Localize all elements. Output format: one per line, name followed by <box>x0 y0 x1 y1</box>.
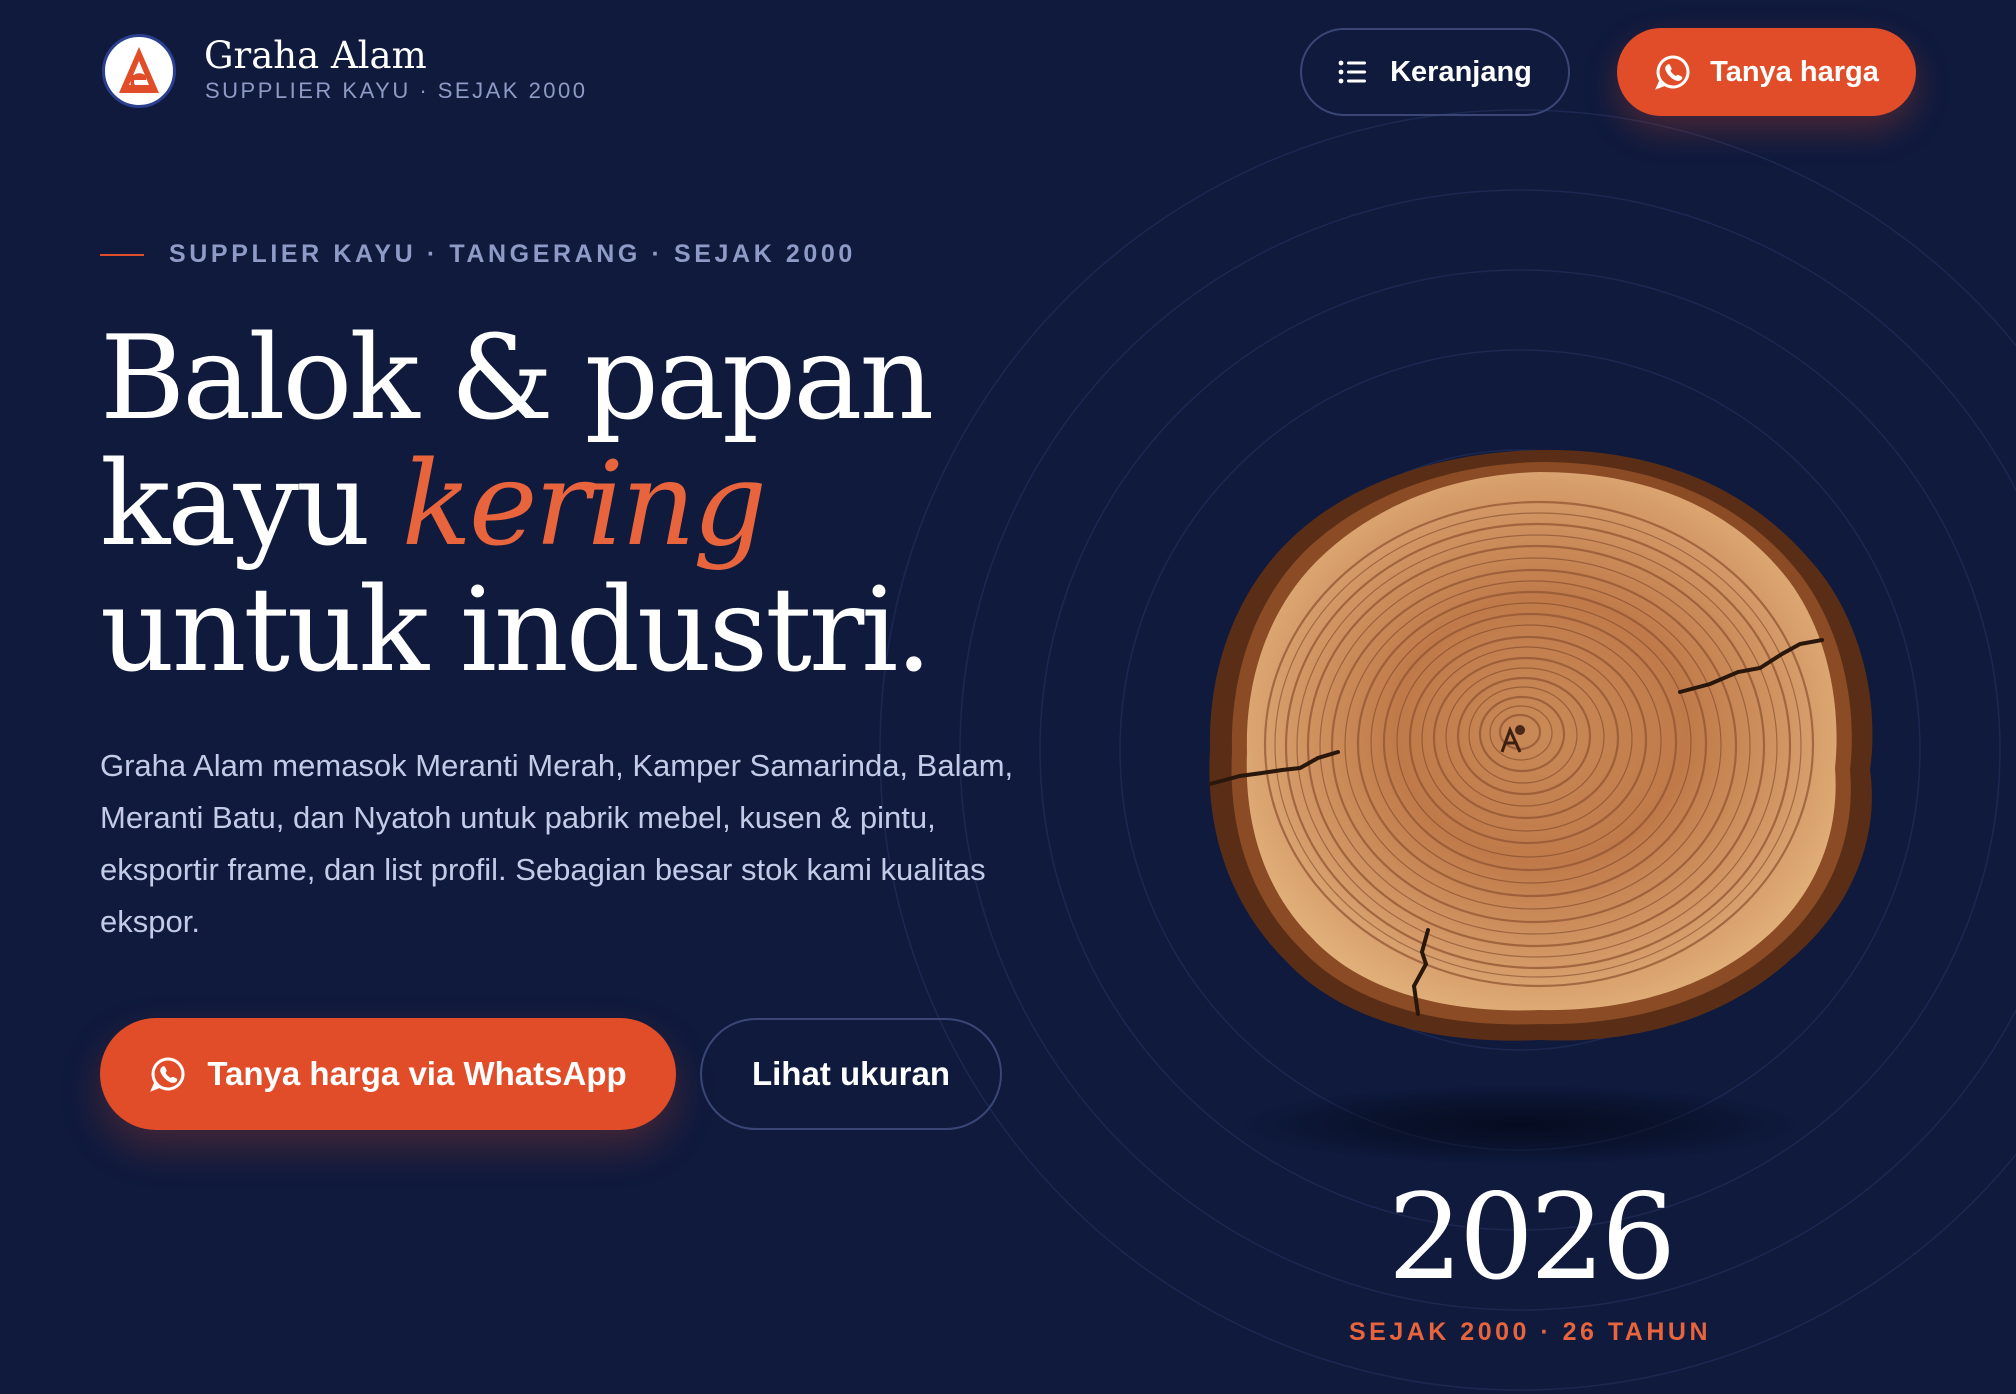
hero-description: Graha Alam memasok Meranti Merah, Kamper… <box>100 748 1014 939</box>
whatsapp-icon <box>150 1057 185 1092</box>
headline-line-2-prefix: kayu <box>100 437 402 572</box>
logo-icon <box>119 47 159 93</box>
wood-slice-shadow <box>1240 1085 1800 1165</box>
eyebrow-divider <box>100 254 144 256</box>
hero-headline: Balok & papan kayu kering untuk industri… <box>100 311 934 698</box>
brand-tagline: SUPPLIER KAYU · SEJAK 2000 <box>205 78 588 103</box>
view-sizes-button[interactable]: Lihat ukuran <box>700 1018 1002 1130</box>
list-icon <box>1338 60 1367 84</box>
headline-line-3: untuk industri. <box>100 563 932 698</box>
landing-page: Graha Alam SUPPLIER KAYU · SEJAK 2000 Ke… <box>0 0 2016 1394</box>
hero-eyebrow: SUPPLIER KAYU · TANGERANG · SEJAK 2000 <box>169 240 856 268</box>
whatsapp-icon <box>1655 55 1690 90</box>
cart-button[interactable]: Keranjang <box>1300 28 1570 116</box>
headline-accent-word: kering <box>401 437 767 572</box>
whatsapp-cta-label: Tanya harga via WhatsApp <box>207 1055 627 1092</box>
ask-price-button[interactable]: Tanya harga <box>1617 28 1916 116</box>
headline-line-1: Balok & papan <box>100 311 934 446</box>
view-sizes-label: Lihat ukuran <box>751 1055 951 1092</box>
cart-button-label: Keranjang <box>1390 55 1532 88</box>
brand-name: Graha Alam <box>204 34 427 77</box>
year-display: 2026 <box>1387 1168 1676 1306</box>
headline-line-2: kayu kering <box>100 442 931 568</box>
wood-slice-illustration <box>1208 449 1873 1041</box>
ask-price-label: Tanya harga <box>1710 55 1879 88</box>
since-label: SEJAK 2000 · 26 TAHUN <box>1348 1318 1712 1346</box>
whatsapp-cta-button[interactable]: Tanya harga via WhatsApp <box>100 1018 676 1130</box>
brand-logo[interactable] <box>102 34 176 108</box>
